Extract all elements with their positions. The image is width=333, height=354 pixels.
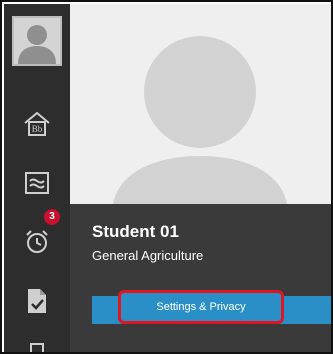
sidebar-item-due-dates[interactable] bbox=[4, 222, 70, 262]
program-name: General Agriculture bbox=[92, 248, 204, 263]
svg-text:Bb: Bb bbox=[32, 124, 43, 134]
profile-placeholder-icon bbox=[70, 4, 331, 214]
profile-panel: Student 01 General Agriculture Settings … bbox=[70, 4, 331, 352]
sidebar-avatar[interactable] bbox=[12, 16, 62, 66]
due-dates-badge: 3 bbox=[44, 209, 60, 225]
sidebar-item-institution[interactable]: Bb bbox=[4, 104, 70, 144]
settings-privacy-button[interactable]: Settings & Privacy bbox=[118, 290, 284, 324]
student-name: Student 01 bbox=[92, 222, 179, 241]
blackboard-house-icon: Bb bbox=[24, 111, 50, 136]
sidebar-item-grades[interactable] bbox=[4, 282, 70, 320]
document-icon bbox=[30, 343, 44, 352]
alarm-clock-icon bbox=[26, 230, 48, 253]
grades-check-icon bbox=[28, 289, 46, 313]
activity-stream-icon bbox=[25, 172, 49, 194]
app-frame: Bb 3 Student 01 General Agriculture Sett… bbox=[0, 0, 333, 354]
user-icon bbox=[14, 18, 60, 64]
sidebar-item-more[interactable] bbox=[4, 340, 70, 352]
sidebar-nav: Bb 3 bbox=[4, 4, 70, 352]
sidebar-item-activity[interactable] bbox=[4, 166, 70, 200]
